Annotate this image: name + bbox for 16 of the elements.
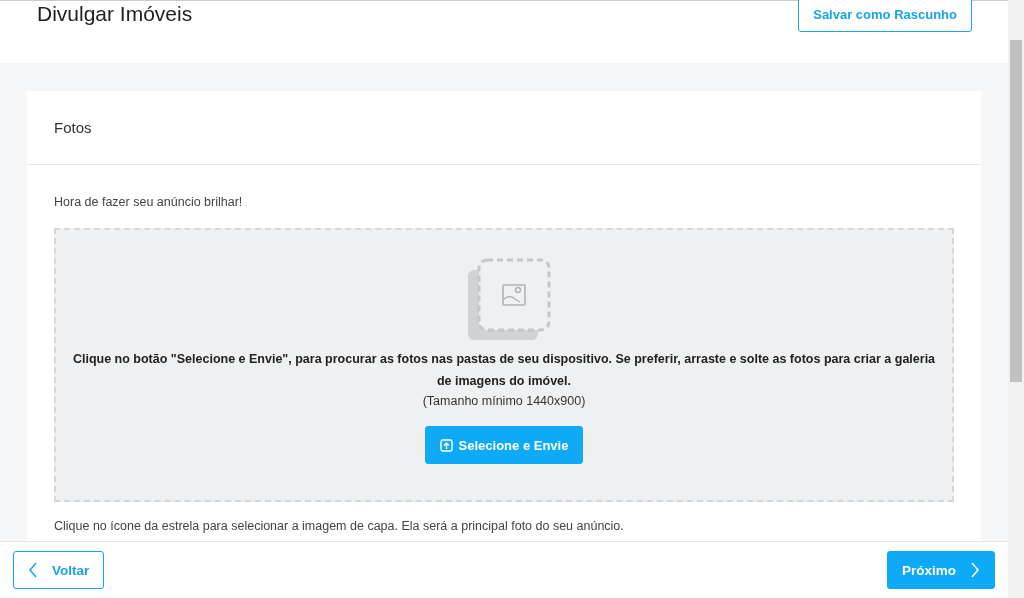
intro-text: Hora de fazer seu anúncio brilhar! bbox=[54, 195, 244, 209]
next-button[interactable]: Próximo bbox=[887, 551, 995, 589]
scrollbar[interactable] bbox=[1008, 0, 1024, 598]
back-button[interactable]: Voltar bbox=[13, 551, 105, 589]
upload-button[interactable]: Selecione e Envie bbox=[424, 426, 584, 464]
cover-hint: Clique no ícone da estrela para selecionar a imagem de capa. Ela será a principal foto do seu anúncio. bbox=[54, 519, 625, 533]
chevron-left-icon bbox=[28, 562, 38, 578]
card-title: Fotos bbox=[54, 119, 92, 136]
photo-dropzone[interactable] bbox=[54, 228, 954, 502]
chevron-right-icon bbox=[970, 562, 980, 578]
save-draft-button[interactable]: Salvar como Rascunho bbox=[798, 0, 972, 32]
upload-icon bbox=[439, 438, 453, 452]
upload-instructions: Clique no botão "Selecione e Envie", para procurar as fotos nas pastas de seu dispositivo. Se preferir, arraste e solte as fotos para criar a galeria de imagens do imóvel. bbox=[71, 351, 937, 390]
page-title: Divulgar Imóveis bbox=[37, 2, 193, 26]
image-placeholder-icon bbox=[467, 258, 551, 342]
size-hint: (Tamanho mínimo 1440x900) bbox=[422, 394, 586, 408]
